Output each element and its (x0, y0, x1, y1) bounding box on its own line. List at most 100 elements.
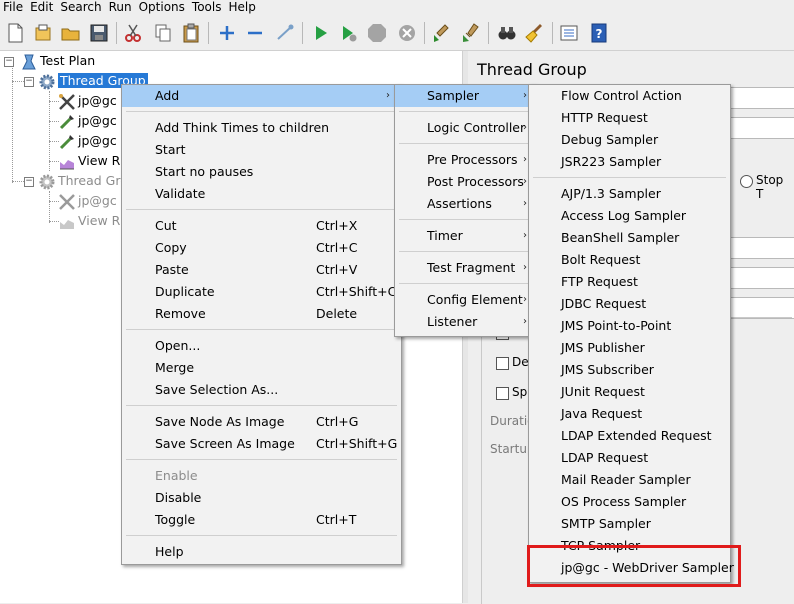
sampler-menu-item[interactable]: Java Request (529, 403, 730, 425)
context-menu-item[interactable]: Disable (122, 487, 401, 509)
menu-tools[interactable]: Tools (189, 0, 226, 16)
context-menu-item[interactable]: Start no pauses (122, 161, 401, 183)
menu-search[interactable]: Search (57, 0, 105, 16)
collapse-icon[interactable] (244, 22, 266, 44)
context-menu-item[interactable]: Save Selection As... (122, 379, 401, 401)
context-menu-item[interactable]: Duplicate Ctrl+Shift+C (122, 281, 401, 303)
submenu-arrow-icon: › (523, 262, 527, 273)
ramp-up-field[interactable] (722, 267, 794, 289)
context-menu-item[interactable]: Validate (122, 183, 401, 205)
context-menu-item[interactable]: Copy Ctrl+C (122, 237, 401, 259)
tree-node-sampler[interactable]: jp@gc (58, 111, 117, 131)
tree-node-listener[interactable]: View R (58, 211, 120, 231)
new-icon[interactable] (4, 22, 26, 44)
context-menu-item[interactable]: Remove Delete (122, 303, 401, 325)
sampler-menu-item[interactable]: Flow Control Action (529, 85, 730, 107)
context-menu-item[interactable]: Help (122, 541, 401, 563)
context-menu-item[interactable]: Add Think Times to children (122, 117, 401, 139)
sampler-menu-item[interactable]: SMTP Sampler (529, 513, 730, 535)
delay-thread-checkbox[interactable] (496, 357, 509, 370)
tree-node-sampler[interactable]: jp@gc (58, 91, 117, 111)
clear-all-icon[interactable] (460, 22, 482, 44)
start-icon[interactable] (310, 22, 332, 44)
sampler-menu-item[interactable]: Mail Reader Sampler (529, 469, 730, 491)
collapse-toggle[interactable]: − (24, 177, 34, 187)
add-submenu-item[interactable]: Listener › (395, 311, 535, 333)
sampler-menu-item[interactable]: JMS Point-to-Point (529, 315, 730, 337)
context-menu-item[interactable]: Save Screen As Image Ctrl+Shift+G (122, 433, 401, 455)
loop-count-field[interactable] (722, 297, 794, 319)
context-menu-item[interactable]: Start (122, 139, 401, 161)
menu-item-label: BeanShell Sampler (561, 230, 680, 245)
sampler-menu-item[interactable]: FTP Request (529, 271, 730, 293)
panel-title: Thread Group (477, 60, 587, 79)
sampler-menu-item[interactable]: Bolt Request (529, 249, 730, 271)
sampler-menu-item[interactable]: AJP/1.3 Sampler (529, 183, 730, 205)
sampler-menu-item[interactable]: JMS Subscriber (529, 359, 730, 381)
collapse-toggle[interactable]: − (24, 77, 34, 87)
name-field[interactable] (722, 87, 794, 109)
specify-lifetime-checkbox[interactable] (496, 387, 509, 400)
sampler-menu-item[interactable]: Debug Sampler (529, 129, 730, 151)
toggle-icon[interactable] (274, 22, 296, 44)
menu-file[interactable]: File (0, 0, 27, 16)
menu-help[interactable]: Help (225, 0, 259, 16)
tree-node-thread-group[interactable]: Thread Gro (38, 171, 128, 191)
add-submenu-item[interactable]: Config Element › (395, 289, 535, 311)
copy-icon[interactable] (152, 22, 174, 44)
sampler-menu-item[interactable]: BeanShell Sampler (529, 227, 730, 249)
context-menu-item[interactable]: Paste Ctrl+V (122, 259, 401, 281)
sampler-menu-item[interactable]: JSR223 Sampler (529, 151, 730, 173)
open-icon[interactable] (60, 22, 82, 44)
tree-node-test-plan[interactable]: Test Plan (20, 51, 95, 71)
paste-icon[interactable] (180, 22, 202, 44)
context-menu-item[interactable]: Add › (122, 85, 401, 107)
tree-node-sampler[interactable]: jp@gc (58, 131, 117, 151)
add-submenu-item[interactable]: Assertions › (395, 193, 535, 215)
broom-icon[interactable] (524, 22, 546, 44)
clear-icon[interactable] (430, 22, 452, 44)
menu-run[interactable]: Run (106, 0, 136, 16)
cut-icon[interactable] (122, 22, 144, 44)
sampler-menu-item[interactable]: JUnit Request (529, 381, 730, 403)
add-submenu-item[interactable]: Post Processors › (395, 171, 535, 193)
tree-node-sampler[interactable]: jp@gc (58, 191, 117, 211)
menu-separator (399, 143, 531, 144)
sampler-menu-item[interactable]: JMS Publisher (529, 337, 730, 359)
context-menu-item[interactable]: Save Node As Image Ctrl+G (122, 411, 401, 433)
comments-field[interactable] (722, 117, 794, 139)
stop-icon[interactable] (366, 22, 388, 44)
context-menu-item[interactable]: Toggle Ctrl+T (122, 509, 401, 531)
context-menu-item[interactable]: Open... (122, 335, 401, 357)
templates-icon[interactable] (32, 22, 54, 44)
sampler-menu-item[interactable]: JDBC Request (529, 293, 730, 315)
tree-node-listener[interactable]: View R (58, 151, 120, 171)
add-submenu-item[interactable]: Pre Processors › (395, 149, 535, 171)
stop-thread-radio[interactable] (740, 175, 753, 188)
threads-field[interactable] (722, 237, 794, 259)
sampler-menu-item[interactable]: HTTP Request (529, 107, 730, 129)
collapse-toggle[interactable]: − (4, 57, 14, 67)
add-submenu-item[interactable]: Sampler › (395, 85, 535, 107)
sampler-menu-item[interactable]: OS Process Sampler (529, 491, 730, 513)
function-helper-icon[interactable] (558, 22, 580, 44)
sampler-menu-item[interactable]: Access Log Sampler (529, 205, 730, 227)
pipette-icon (58, 133, 76, 151)
menu-options[interactable]: Options (136, 0, 189, 16)
sampler-menu-item[interactable]: LDAP Extended Request (529, 425, 730, 447)
context-menu-item[interactable]: Merge (122, 357, 401, 379)
add-submenu-item[interactable]: Logic Controller › (395, 117, 535, 139)
sampler-menu-item[interactable]: LDAP Request (529, 447, 730, 469)
add-submenu-item[interactable]: Test Fragment › (395, 257, 535, 279)
menu-item-label: Logic Controller (427, 120, 526, 135)
search-icon[interactable] (496, 22, 518, 44)
menu-edit[interactable]: Edit (27, 0, 57, 16)
start-no-pause-icon[interactable] (338, 22, 360, 44)
expand-icon[interactable] (216, 22, 238, 44)
shutdown-icon[interactable] (396, 22, 418, 44)
save-icon[interactable] (88, 22, 110, 44)
add-submenu-item[interactable]: Timer › (395, 225, 535, 247)
help-icon[interactable]: ? (588, 22, 610, 44)
submenu-arrow-icon: › (523, 176, 527, 187)
context-menu-item[interactable]: Cut Ctrl+X (122, 215, 401, 237)
